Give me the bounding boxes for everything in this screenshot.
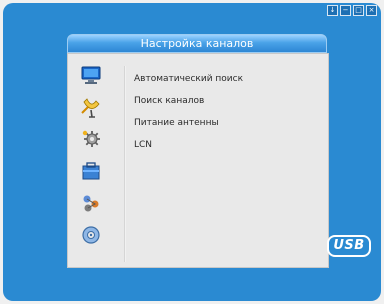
page-title: Настройка каналов — [67, 34, 327, 53]
restore-icon[interactable]: □ — [353, 5, 364, 16]
menu-icon-column — [76, 64, 112, 246]
channel-settings-panel: Автоматический поиск Поиск каналов Питан… — [67, 53, 329, 268]
menu-item-antenna-power[interactable]: Питание антенны — [134, 112, 243, 134]
window-controls: ↓ − □ × — [327, 5, 377, 16]
menu-item-lcn[interactable]: LCN — [134, 134, 243, 156]
minimize-down-icon[interactable]: ↓ — [327, 5, 338, 16]
gear-icon[interactable] — [80, 128, 102, 150]
menu-list: Автоматический поиск Поиск каналов Питан… — [134, 68, 243, 156]
menu-item-auto-search[interactable]: Автоматический поиск — [134, 68, 243, 90]
folder-icon[interactable] — [80, 160, 102, 182]
minimize-icon[interactable]: − — [340, 5, 351, 16]
tv-screen: ↓ − □ × Настройка каналов Автоматический… — [3, 3, 381, 301]
menu-item-channel-search[interactable]: Поиск каналов — [134, 90, 243, 112]
usb-badge: USB — [327, 235, 371, 257]
monitor-icon[interactable] — [80, 64, 102, 86]
disc-icon[interactable] — [80, 224, 102, 246]
satellite-dish-icon[interactable] — [80, 96, 102, 118]
network-icon[interactable] — [80, 192, 102, 214]
vertical-divider — [124, 66, 126, 262]
close-icon[interactable]: × — [366, 5, 377, 16]
